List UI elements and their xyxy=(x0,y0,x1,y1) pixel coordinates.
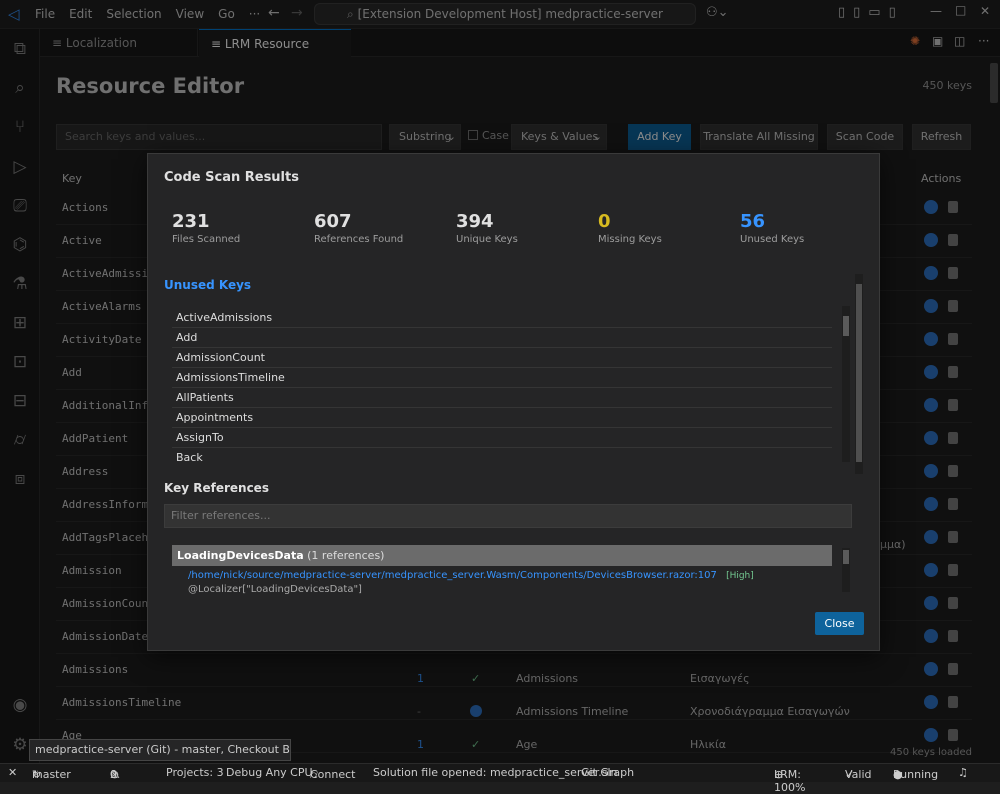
ref-path[interactable]: /home/nick/source/medpractice-server/med… xyxy=(188,570,717,581)
list-item[interactable]: AdmissionsTimeline xyxy=(172,368,832,388)
scrollbar-thumb[interactable] xyxy=(843,316,849,336)
remote-icon[interactable]: ✕ xyxy=(8,766,17,779)
dialog-title: Code Scan Results xyxy=(164,170,299,185)
projects-indicator[interactable]: Projects: 3 xyxy=(166,766,224,779)
reference-code: @Localizer["LoadingDevicesData"] xyxy=(188,584,362,595)
scrollbar-thumb[interactable] xyxy=(856,284,862,462)
stat-label: Unused Keys xyxy=(740,234,805,245)
stat-label: Unique Keys xyxy=(456,234,518,245)
stat-label: References Found xyxy=(314,234,404,245)
code-scan-dialog: Code Scan Results 231 Files Scanned 607 Ref… xyxy=(147,153,880,651)
stat-value: 56 xyxy=(740,211,766,232)
list-item[interactable]: AssignTo xyxy=(172,428,832,448)
branch-tooltip: medpractice-server (Git) - master, Check… xyxy=(29,739,291,761)
scrollbar-thumb[interactable] xyxy=(843,550,849,564)
unused-list-scrollbar[interactable] xyxy=(842,306,850,462)
confidence-badge: [High] xyxy=(726,571,754,581)
outer-scrollbar[interactable] xyxy=(855,274,863,474)
sync-icon: ↻ xyxy=(32,768,42,781)
stat-label: Files Scanned xyxy=(172,234,241,245)
ref-count: (1 references) xyxy=(307,549,385,562)
status-bar: ✕ ⑂ master ↻ ⊗ 0 ⚠ 0 Projects: 3 Debug A… xyxy=(0,763,1000,794)
unused-keys-list: ActiveAdmissions Add AdmissionCount Admissi… xyxy=(172,308,832,466)
lrm-label: LRM: 100% xyxy=(774,768,806,794)
running-label: Running xyxy=(893,768,939,781)
ref-key: LoadingDevicesData xyxy=(177,549,304,562)
stat-value: 231 xyxy=(172,211,210,232)
filter-references-input[interactable]: Filter references... xyxy=(164,504,852,528)
list-item[interactable]: Back xyxy=(172,448,832,466)
stat-value: 0 xyxy=(598,211,611,232)
stat-references-found: 607 References Found xyxy=(314,211,403,245)
stat-value: 394 xyxy=(456,211,494,232)
list-item[interactable]: Appointments xyxy=(172,408,832,428)
list-item[interactable]: AdmissionCount xyxy=(172,348,832,368)
close-button[interactable]: Close xyxy=(815,612,864,635)
list-item[interactable]: Add xyxy=(172,328,832,348)
valid-label: Valid xyxy=(845,768,872,781)
notifications-bell-icon[interactable]: ♫ xyxy=(958,766,968,779)
build-config[interactable]: Debug Any CPU xyxy=(226,766,313,779)
unused-keys-title: Unused Keys xyxy=(164,278,252,292)
warning-count: 0 xyxy=(110,768,117,781)
list-item[interactable]: AllPatients xyxy=(172,388,832,408)
list-item[interactable]: ActiveAdmissions xyxy=(172,308,832,328)
stat-unused-keys: 56 Unused Keys xyxy=(740,211,804,245)
reference-path-link[interactable]: /home/nick/source/medpractice-server/med… xyxy=(188,570,754,581)
connect-label: Connect xyxy=(310,768,356,781)
stat-files-scanned: 231 Files Scanned xyxy=(172,211,240,245)
git-graph-item[interactable]: Git Graph xyxy=(581,766,634,779)
key-references-title: Key References xyxy=(164,481,269,495)
stat-label: Missing Keys xyxy=(598,234,662,245)
stat-missing-keys: 0 Missing Keys xyxy=(598,211,662,245)
refs-scrollbar[interactable] xyxy=(842,548,850,592)
stat-unique-keys: 394 Unique Keys xyxy=(456,211,518,245)
reference-group-header[interactable]: LoadingDevicesData (1 references) xyxy=(172,545,832,566)
stat-value: 607 xyxy=(314,211,352,232)
